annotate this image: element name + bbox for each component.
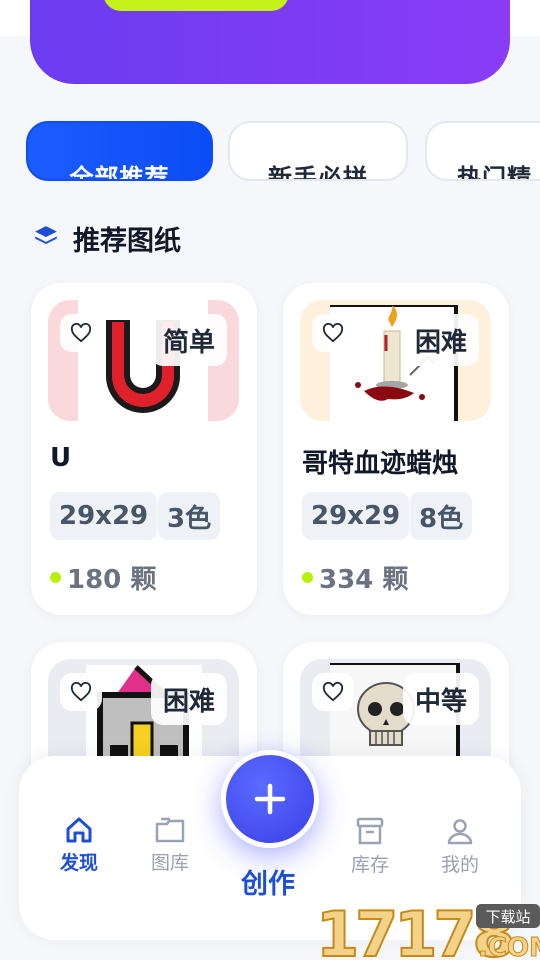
folder-icon — [155, 817, 185, 843]
svg-text:.COM: .COM — [478, 933, 540, 960]
tab-all-recommended[interactable]: 全部推荐 — [26, 121, 213, 181]
difficulty-badge: 困难 — [402, 314, 479, 366]
pattern-thumbnail: 困难 — [300, 300, 491, 421]
heart-icon — [70, 323, 92, 343]
difficulty-badge: 简单 — [150, 314, 227, 366]
tab-popular[interactable]: 热门精 — [425, 121, 540, 181]
size-chip: 29x29 — [50, 492, 158, 540]
bead-count: 334 颗 — [302, 559, 408, 596]
colors-chip: 8色 — [410, 492, 473, 540]
pattern-card[interactable]: 困难 哥特血迹蜡烛 29x29 8色 334 颗 — [283, 283, 509, 615]
home-icon — [66, 817, 92, 843]
site-watermark: 17178 下载站 .COM — [315, 897, 540, 960]
favorite-button[interactable] — [312, 314, 354, 352]
colors-chip: 3色 — [158, 492, 221, 540]
bead-count-text: 180 颗 — [67, 565, 157, 595]
pattern-thumbnail: 简单 — [48, 300, 239, 421]
nav-inventory[interactable]: 库存 — [335, 816, 405, 877]
promo-banner[interactable] — [30, 0, 510, 84]
svg-text:下载站: 下载站 — [485, 908, 530, 926]
pattern-card[interactable]: 简单 U 29x29 3色 180 颗 — [31, 283, 257, 615]
difficulty-badge: 困难 — [150, 673, 227, 725]
create-label: 创作 — [241, 869, 295, 900]
tab-label: 全部推荐 — [69, 164, 170, 181]
heart-icon — [322, 323, 344, 343]
nav-label: 发现 — [59, 852, 98, 874]
favorite-button[interactable] — [60, 314, 102, 352]
section-title: 推荐图纸 — [73, 226, 181, 257]
banner-button[interactable] — [103, 0, 289, 11]
bead-count: 180 颗 — [50, 559, 156, 596]
status-dot — [302, 572, 313, 583]
tab-beginner[interactable]: 新手必拼 — [228, 121, 408, 181]
nav-label: 图库 — [150, 852, 189, 874]
heart-icon — [70, 682, 92, 702]
layers-icon — [33, 224, 59, 254]
section-header: 推荐图纸 — [33, 219, 181, 258]
bead-count-text: 334 颗 — [319, 565, 409, 595]
category-tabs: 全部推荐 新手必拼 热门精 — [26, 121, 540, 181]
nav-gallery[interactable]: 图库 — [135, 816, 205, 875]
tab-label: 新手必拼 — [268, 164, 368, 181]
difficulty-badge: 中等 — [402, 673, 479, 725]
nav-discover[interactable]: 发现 — [44, 816, 114, 875]
plus-icon — [254, 783, 286, 815]
nav-mine[interactable]: 我的 — [425, 816, 495, 877]
size-chip: 29x29 — [302, 492, 410, 540]
user-icon — [447, 819, 473, 845]
heart-icon — [322, 682, 344, 702]
nav-label: 我的 — [440, 854, 479, 876]
favorite-button[interactable] — [312, 673, 354, 711]
create-button[interactable] — [221, 750, 319, 848]
nav-label: 库存 — [350, 854, 389, 876]
favorite-button[interactable] — [60, 673, 102, 711]
tab-label: 热门精 — [457, 164, 532, 181]
pattern-title: U — [50, 443, 72, 473]
archive-icon — [356, 817, 384, 845]
status-dot — [50, 572, 61, 583]
pattern-title: 哥特血迹蜡烛 — [302, 449, 459, 479]
